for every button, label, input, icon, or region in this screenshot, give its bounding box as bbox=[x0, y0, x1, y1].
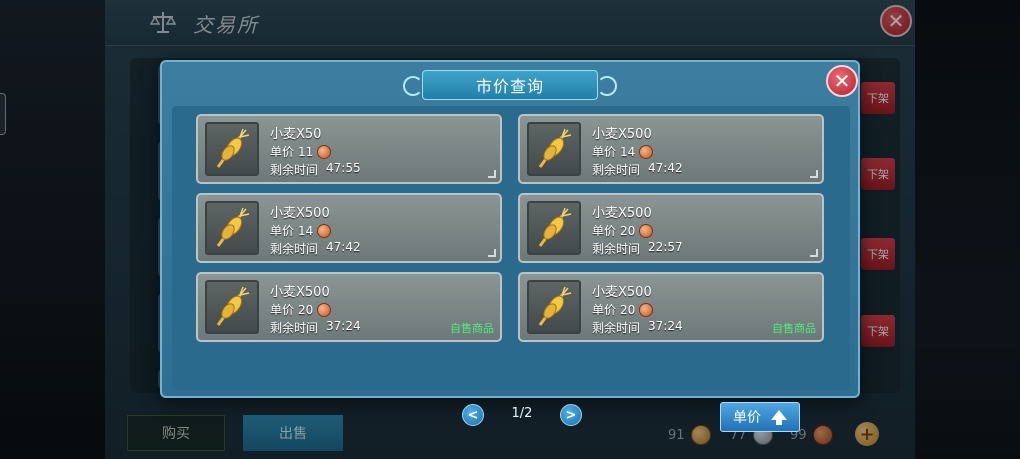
price-label: 单价 bbox=[270, 145, 295, 159]
price-label: 单价 bbox=[592, 145, 617, 159]
wheat-icon bbox=[216, 286, 250, 326]
modal-title-plate: 市价查询 bbox=[403, 70, 598, 100]
arrow-up-icon bbox=[771, 410, 787, 425]
item-frame bbox=[205, 280, 259, 334]
corner-arrow-icon bbox=[488, 170, 496, 178]
price-value: 14 bbox=[298, 223, 314, 238]
time-row: 剩余时间 47:42 bbox=[592, 161, 683, 178]
time-label: 剩余时间 bbox=[270, 163, 319, 177]
wheat-icon bbox=[538, 286, 572, 326]
item-name: 小麦X50 bbox=[270, 127, 322, 142]
time-value: 22:57 bbox=[648, 240, 683, 254]
price-label: 单价 bbox=[592, 303, 617, 317]
price-row: 单价 14 bbox=[592, 143, 654, 160]
modal-title: 市价查询 bbox=[475, 77, 544, 96]
time-label: 剩余时间 bbox=[592, 321, 641, 335]
price-label: 单价 bbox=[270, 303, 295, 317]
time-row: 剩余时间 37:24 bbox=[270, 319, 361, 336]
wheat-icon bbox=[538, 207, 572, 247]
item-frame bbox=[527, 122, 581, 176]
corner-arrow-icon bbox=[810, 249, 818, 257]
copper-coin-icon bbox=[639, 223, 654, 238]
time-label: 剩余时间 bbox=[270, 242, 319, 256]
copper-coin-icon bbox=[317, 302, 332, 317]
listing-grid: < 1/2 > 单价 小麦X50 单价 11 剩余时间 47:55 小麦X500 单价 14 剩… bbox=[172, 106, 850, 432]
self-sale-tag: 自售商品 bbox=[772, 322, 816, 335]
item-name: 小麦X500 bbox=[592, 127, 652, 142]
item-name: 小麦X500 bbox=[270, 285, 330, 300]
pager: < 1/2 > bbox=[462, 403, 582, 427]
price-label: 单价 bbox=[592, 224, 617, 238]
time-row: 剩余时间 47:42 bbox=[270, 240, 361, 257]
sort-button-label: 单价 bbox=[733, 410, 761, 426]
price-label: 单价 bbox=[270, 224, 295, 238]
item-frame bbox=[527, 201, 581, 255]
price-row: 单价 20 bbox=[592, 301, 654, 318]
market-listing[interactable]: 小麦X500 单价 20 剩余时间 37:24 自售商品 bbox=[196, 272, 502, 342]
time-row: 剩余时间 22:57 bbox=[592, 240, 683, 257]
price-row: 单价 11 bbox=[270, 143, 332, 160]
item-frame bbox=[205, 122, 259, 176]
time-label: 剩余时间 bbox=[592, 163, 641, 177]
price-value: 11 bbox=[298, 144, 314, 159]
price-value: 20 bbox=[620, 223, 636, 238]
wheat-icon bbox=[216, 207, 250, 247]
item-name: 小麦X500 bbox=[592, 206, 652, 221]
item-name: 小麦X500 bbox=[270, 206, 330, 221]
market-listing[interactable]: 小麦X500 单价 20 剩余时间 22:57 bbox=[518, 193, 824, 263]
time-row: 剩余时间 47:55 bbox=[270, 161, 361, 178]
price-value: 20 bbox=[620, 302, 636, 317]
time-label: 剩余时间 bbox=[592, 242, 641, 256]
corner-arrow-icon bbox=[810, 170, 818, 178]
next-page-button[interactable]: > bbox=[560, 404, 582, 426]
copper-coin-icon bbox=[639, 302, 654, 317]
modal-close-icon[interactable]: ✕ bbox=[826, 65, 858, 97]
time-label: 剩余时间 bbox=[270, 321, 319, 335]
price-row: 单价 20 bbox=[592, 222, 654, 239]
price-row: 单价 14 bbox=[270, 222, 332, 239]
wheat-icon bbox=[538, 128, 572, 168]
market-listing[interactable]: 小麦X500 单价 14 剩余时间 47:42 bbox=[518, 114, 824, 184]
copper-coin-icon bbox=[317, 144, 332, 159]
prev-page-button[interactable]: < bbox=[462, 404, 484, 426]
price-value: 14 bbox=[620, 144, 636, 159]
price-row: 单价 20 bbox=[270, 301, 332, 318]
item-name: 小麦X500 bbox=[592, 285, 652, 300]
market-listing[interactable]: 小麦X500 单价 14 剩余时间 47:42 bbox=[196, 193, 502, 263]
market-listing[interactable]: 小麦X500 单价 20 剩余时间 37:24 自售商品 bbox=[518, 272, 824, 342]
time-value: 47:55 bbox=[326, 161, 361, 175]
market-price-modal: 市价查询 ✕ < 1/2 > 单价 小麦X50 单价 11 剩余时间 47:55 小麦X5… bbox=[160, 60, 860, 432]
page-indicator: 1/2 bbox=[511, 406, 533, 421]
time-value: 37:24 bbox=[648, 319, 683, 333]
market-listing[interactable]: 小麦X50 单价 11 剩余时间 47:55 bbox=[196, 114, 502, 184]
wheat-icon bbox=[216, 128, 250, 168]
time-value: 37:24 bbox=[326, 319, 361, 333]
item-frame bbox=[527, 280, 581, 334]
self-sale-tag: 自售商品 bbox=[450, 322, 494, 335]
item-frame bbox=[205, 201, 259, 255]
price-value: 20 bbox=[298, 302, 314, 317]
copper-coin-icon bbox=[639, 144, 654, 159]
time-value: 47:42 bbox=[326, 240, 361, 254]
time-value: 47:42 bbox=[648, 161, 683, 175]
sort-by-price-button[interactable]: 单价 bbox=[720, 402, 800, 432]
copper-coin-icon bbox=[317, 223, 332, 238]
corner-arrow-icon bbox=[488, 249, 496, 257]
time-row: 剩余时间 37:24 bbox=[592, 319, 683, 336]
